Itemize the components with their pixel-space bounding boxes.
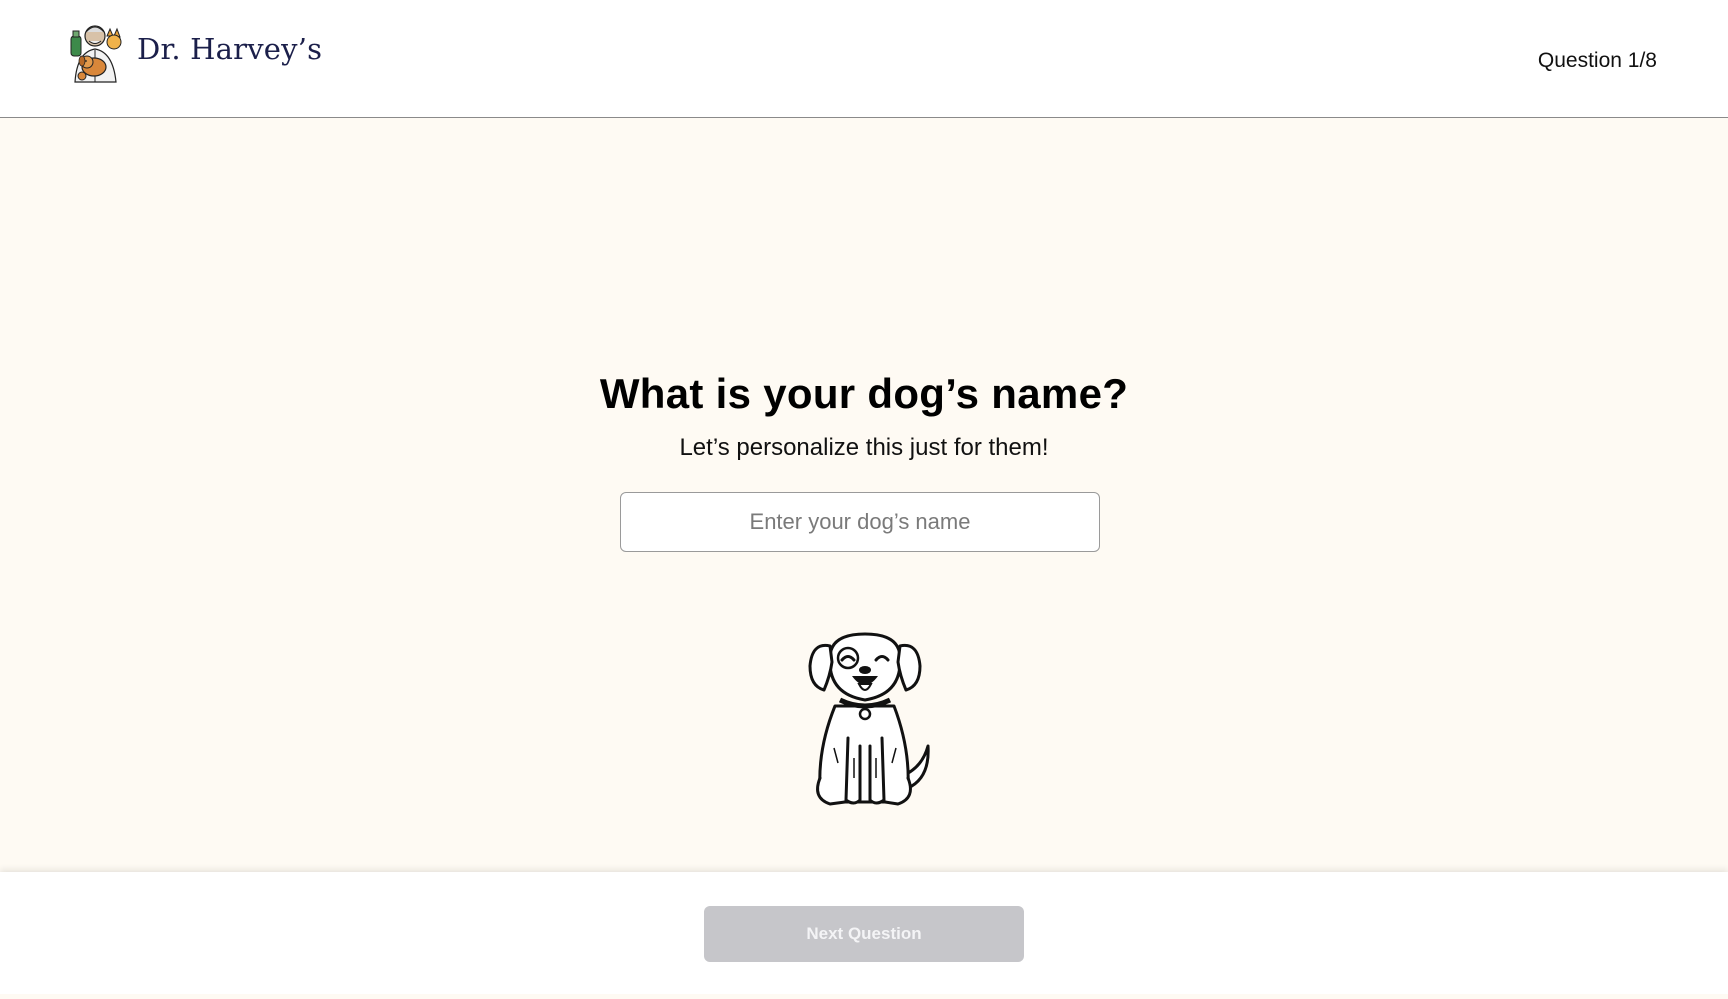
- next-question-button[interactable]: Next Question: [704, 906, 1024, 962]
- question-progress: Question 1/8: [1537, 49, 1657, 72]
- dog-name-input[interactable]: [620, 492, 1100, 552]
- quiz-footer: Next Question: [0, 872, 1728, 994]
- brand-name: Dr. Harvey’s: [137, 32, 323, 66]
- quiz-content: What is your dog’s name? Let’s personali…: [0, 118, 1728, 872]
- question-title: What is your dog’s name?: [599, 370, 1129, 417]
- question-subtitle: Let’s personalize this just for them!: [679, 434, 1049, 461]
- brand-logo-link[interactable]: Dr. Harvey’s: [67, 22, 322, 84]
- site-header: Dr. Harvey’s Question 1/8: [0, 0, 1728, 118]
- page-bottom-edge: [0, 994, 1728, 999]
- smiling-dog-icon: [808, 632, 930, 806]
- veterinarian-logo-icon: [70, 25, 122, 83]
